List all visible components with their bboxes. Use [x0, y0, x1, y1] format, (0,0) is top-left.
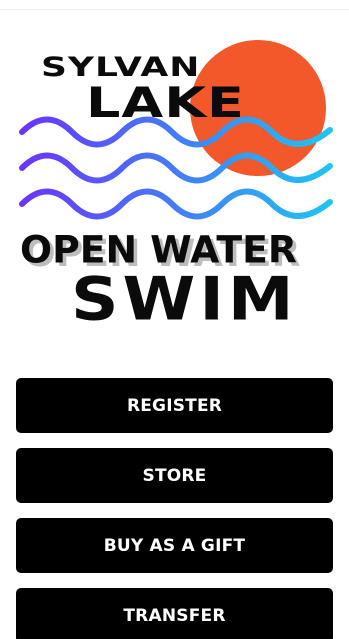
logo-text-swim: SWIM	[71, 264, 298, 334]
store-button[interactable]: STORE	[16, 448, 333, 503]
top-divider	[0, 9, 349, 10]
event-logo: SYLVAN LAKE OPEN WATER SWIM	[0, 30, 349, 340]
logo-text-lake: LAKE	[86, 78, 245, 128]
register-button[interactable]: REGISTER	[16, 378, 333, 433]
transfer-button[interactable]: TRANSFER	[16, 588, 333, 639]
logo-text-open-water: OPEN WATER	[20, 227, 297, 272]
page: SYLVAN LAKE OPEN WATER SWIM REGISTER STO…	[0, 0, 349, 639]
buy-as-gift-button[interactable]: BUY AS A GIFT	[16, 518, 333, 573]
action-buttons: REGISTER STORE BUY AS A GIFT TRANSFER	[16, 378, 333, 639]
logo-text-sylvan: SYLVAN	[41, 51, 201, 83]
wave-line-3	[19, 188, 333, 220]
